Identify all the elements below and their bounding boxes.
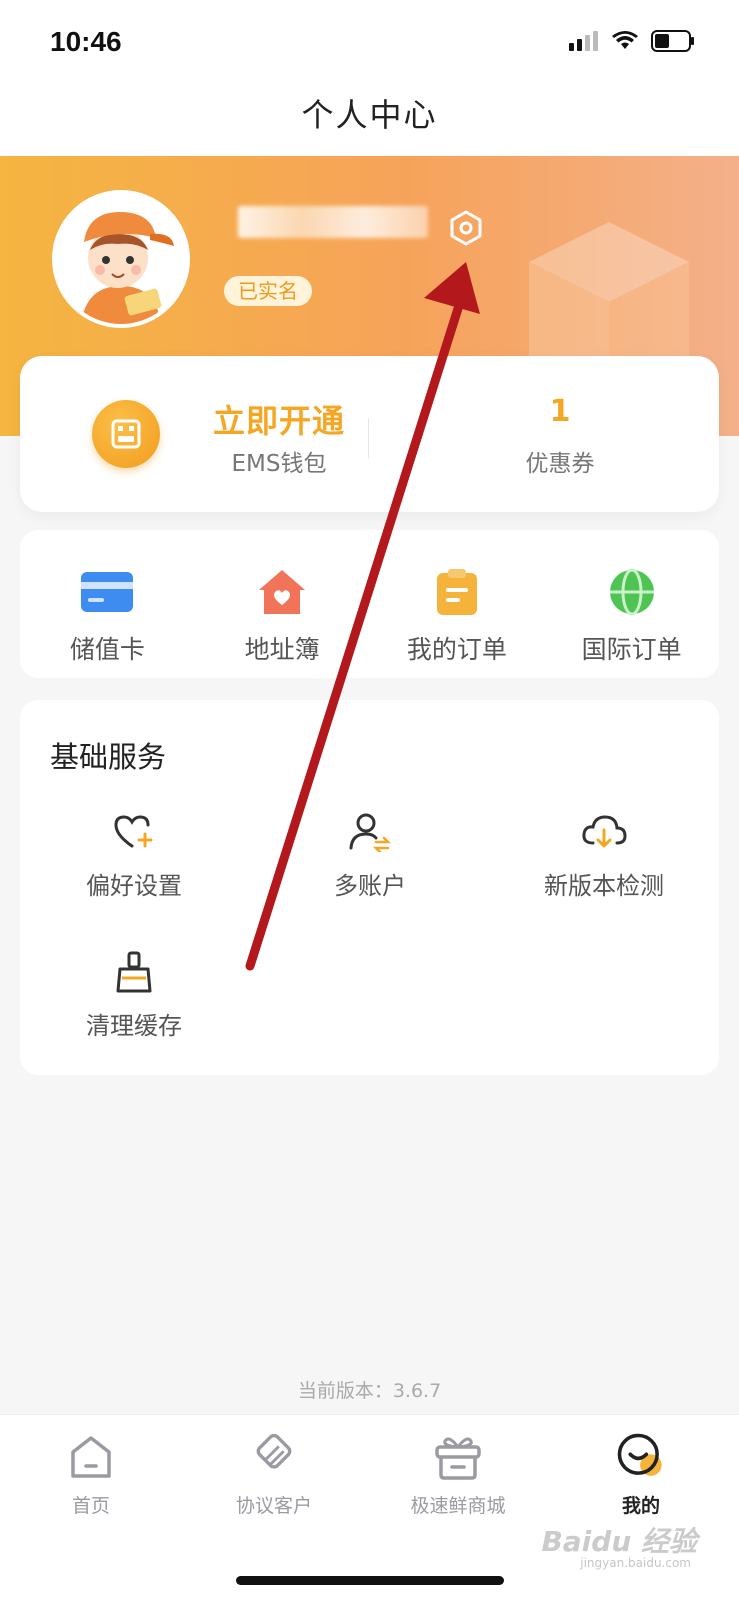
service-label: 清理缓存 [86, 1012, 182, 1040]
avatar[interactable] [52, 190, 190, 328]
qr-wallet-glyph-icon [111, 419, 141, 449]
smile-icon [617, 1433, 662, 1476]
globe-icon [609, 568, 654, 616]
tab-contract-customers[interactable]: 协议客户 [199, 1431, 349, 1518]
tab-label: 首页 [71, 1495, 110, 1517]
wallet-open-link[interactable]: 立即开通 [194, 396, 364, 442]
courier-avatar-icon [56, 194, 186, 324]
wallet-divider [368, 418, 369, 458]
version-text: 当前版本：3.6.7 [297, 1380, 442, 1402]
verified-badge: 已实名 [224, 276, 312, 306]
brush-icon [116, 951, 152, 993]
wifi-icon [612, 31, 638, 49]
clipboard-icon [436, 569, 477, 615]
tab-express-fresh-mall[interactable]: 极速鲜商城 [383, 1431, 533, 1518]
tab-label: 协议客户 [235, 1495, 312, 1517]
house-heart-icon [259, 570, 306, 614]
basic-services-panel: 基础服务 偏好设置 多账户 新版本检测 清理缓存 [20, 700, 719, 1075]
wallet-card: 立即开通 EMS钱包 1 优惠券 [20, 356, 719, 512]
home-icon [71, 1436, 111, 1478]
tab-label: 我的 [621, 1495, 660, 1517]
battery-icon [651, 30, 694, 52]
wallet-label: EMS钱包 [231, 451, 327, 477]
shortcut-label: 储值卡 [69, 635, 145, 664]
user-switch-icon [349, 813, 392, 852]
shortcut-label: 我的订单 [406, 635, 507, 664]
settings-button[interactable] [446, 208, 486, 248]
gift-box-icon [435, 1437, 481, 1480]
page-title: 个人中心 [301, 96, 438, 134]
heart-plus-icon [114, 815, 153, 848]
wallet-qr-icon[interactable] [92, 400, 160, 468]
shortcut-international-orders[interactable]: 国际订单 [544, 530, 719, 678]
service-preferences[interactable]: 偏好设置 [34, 810, 234, 901]
shortcut-stored-value-card[interactable]: 储值卡 [20, 530, 195, 678]
status-time: 10:46 [50, 26, 122, 57]
service-multi-account[interactable]: 多账户 [270, 810, 470, 901]
shortcut-my-orders[interactable]: 我的订单 [370, 530, 545, 678]
services-title: 基础服务 [50, 740, 167, 774]
tab-home[interactable]: 首页 [16, 1431, 166, 1518]
card-icon [81, 572, 134, 612]
nav-bar: 个人中心 [0, 70, 739, 156]
settings-hex-icon [450, 210, 482, 246]
service-label: 多账户 [334, 872, 406, 900]
service-version-check[interactable]: 新版本检测 [504, 810, 704, 901]
handshake-icon [256, 1434, 292, 1469]
username-blurred [238, 206, 428, 238]
tab-mine[interactable]: 我的 [566, 1431, 716, 1518]
tab-label: 极速鲜商城 [410, 1495, 506, 1517]
signal-icon [569, 31, 598, 51]
shortcut-address-book[interactable]: 地址簿 [195, 530, 370, 678]
service-label: 偏好设置 [86, 872, 182, 900]
service-label: 新版本检测 [544, 872, 664, 900]
coupon-count[interactable]: 1 [460, 394, 660, 429]
watermark-logo: Baidu 经验 [541, 1525, 697, 1558]
shortcut-label: 国际订单 [581, 635, 682, 664]
cloud-download-icon [582, 815, 627, 848]
bottom-tab-bar: 首页 协议客户 极速鲜商城 我的 [0, 1414, 739, 1600]
home-indicator [236, 1576, 504, 1585]
coupon-label[interactable]: 优惠券 [460, 444, 660, 478]
shortcut-grid: 储值卡 地址簿 我的订单 国际订单 [20, 530, 719, 678]
status-icons [569, 30, 695, 52]
service-clear-cache[interactable]: 清理缓存 [34, 950, 234, 1041]
shortcut-label: 地址簿 [244, 635, 320, 664]
watermark-url: jingyan.baidu.com [580, 1556, 691, 1570]
